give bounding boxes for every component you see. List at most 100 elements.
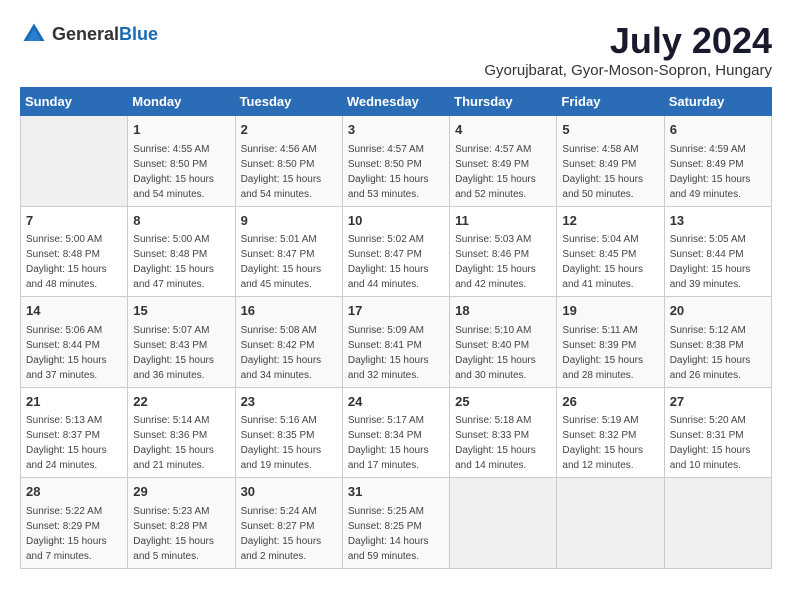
logo-blue: Blue [119, 24, 158, 44]
day-number: 19 [562, 301, 658, 321]
day-info: Sunrise: 4:57 AMSunset: 8:50 PMDaylight:… [348, 142, 444, 202]
day-number: 25 [455, 392, 551, 412]
day-info: Sunrise: 5:11 AMSunset: 8:39 PMDaylight:… [562, 323, 658, 383]
day-number: 12 [562, 211, 658, 231]
day-number: 24 [348, 392, 444, 412]
calendar-cell: 18Sunrise: 5:10 AMSunset: 8:40 PMDayligh… [450, 297, 557, 388]
calendar-cell: 4Sunrise: 4:57 AMSunset: 8:49 PMDaylight… [450, 116, 557, 207]
day-number: 11 [455, 211, 551, 231]
cell-content: 11Sunrise: 5:03 AMSunset: 8:46 PMDayligh… [455, 211, 551, 293]
day-number: 23 [241, 392, 337, 412]
calendar-cell: 19Sunrise: 5:11 AMSunset: 8:39 PMDayligh… [557, 297, 664, 388]
day-info: Sunrise: 5:24 AMSunset: 8:27 PMDaylight:… [241, 504, 337, 564]
month-title: July 2024 [484, 20, 772, 62]
calendar-cell: 12Sunrise: 5:04 AMSunset: 8:45 PMDayligh… [557, 206, 664, 297]
calendar-cell: 25Sunrise: 5:18 AMSunset: 8:33 PMDayligh… [450, 387, 557, 478]
calendar-week-row: 28Sunrise: 5:22 AMSunset: 8:29 PMDayligh… [21, 478, 772, 569]
cell-content: 7Sunrise: 5:00 AMSunset: 8:48 PMDaylight… [26, 211, 122, 293]
cell-content: 13Sunrise: 5:05 AMSunset: 8:44 PMDayligh… [670, 211, 766, 293]
calendar-week-row: 1Sunrise: 4:55 AMSunset: 8:50 PMDaylight… [21, 116, 772, 207]
day-number: 27 [670, 392, 766, 412]
day-info: Sunrise: 4:57 AMSunset: 8:49 PMDaylight:… [455, 142, 551, 202]
cell-content: 21Sunrise: 5:13 AMSunset: 8:37 PMDayligh… [26, 392, 122, 474]
day-number: 2 [241, 120, 337, 140]
day-info: Sunrise: 5:08 AMSunset: 8:42 PMDaylight:… [241, 323, 337, 383]
day-info: Sunrise: 5:10 AMSunset: 8:40 PMDaylight:… [455, 323, 551, 383]
cell-content: 5Sunrise: 4:58 AMSunset: 8:49 PMDaylight… [562, 120, 658, 202]
day-info: Sunrise: 4:56 AMSunset: 8:50 PMDaylight:… [241, 142, 337, 202]
cell-content: 20Sunrise: 5:12 AMSunset: 8:38 PMDayligh… [670, 301, 766, 383]
cell-content: 12Sunrise: 5:04 AMSunset: 8:45 PMDayligh… [562, 211, 658, 293]
col-wednesday: Wednesday [342, 88, 449, 116]
cell-content: 19Sunrise: 5:11 AMSunset: 8:39 PMDayligh… [562, 301, 658, 383]
day-info: Sunrise: 5:12 AMSunset: 8:38 PMDaylight:… [670, 323, 766, 383]
cell-content: 31Sunrise: 5:25 AMSunset: 8:25 PMDayligh… [348, 482, 444, 564]
cell-content: 9Sunrise: 5:01 AMSunset: 8:47 PMDaylight… [241, 211, 337, 293]
cell-content: 18Sunrise: 5:10 AMSunset: 8:40 PMDayligh… [455, 301, 551, 383]
logo-general: General [52, 24, 119, 44]
day-info: Sunrise: 4:59 AMSunset: 8:49 PMDaylight:… [670, 142, 766, 202]
day-info: Sunrise: 5:17 AMSunset: 8:34 PMDaylight:… [348, 413, 444, 473]
cell-content: 22Sunrise: 5:14 AMSunset: 8:36 PMDayligh… [133, 392, 229, 474]
calendar-cell: 26Sunrise: 5:19 AMSunset: 8:32 PMDayligh… [557, 387, 664, 478]
cell-content: 25Sunrise: 5:18 AMSunset: 8:33 PMDayligh… [455, 392, 551, 474]
logo-icon [20, 20, 48, 48]
day-number: 20 [670, 301, 766, 321]
calendar-cell: 14Sunrise: 5:06 AMSunset: 8:44 PMDayligh… [21, 297, 128, 388]
calendar-cell: 10Sunrise: 5:02 AMSunset: 8:47 PMDayligh… [342, 206, 449, 297]
cell-content: 30Sunrise: 5:24 AMSunset: 8:27 PMDayligh… [241, 482, 337, 564]
day-info: Sunrise: 5:04 AMSunset: 8:45 PMDaylight:… [562, 232, 658, 292]
day-number: 9 [241, 211, 337, 231]
day-info: Sunrise: 4:55 AMSunset: 8:50 PMDaylight:… [133, 142, 229, 202]
day-info: Sunrise: 5:18 AMSunset: 8:33 PMDaylight:… [455, 413, 551, 473]
calendar-week-row: 21Sunrise: 5:13 AMSunset: 8:37 PMDayligh… [21, 387, 772, 478]
location-title: Gyorujbarat, Gyor-Moson-Sopron, Hungary [484, 62, 772, 79]
cell-content: 15Sunrise: 5:07 AMSunset: 8:43 PMDayligh… [133, 301, 229, 383]
day-info: Sunrise: 5:14 AMSunset: 8:36 PMDaylight:… [133, 413, 229, 473]
calendar-cell: 30Sunrise: 5:24 AMSunset: 8:27 PMDayligh… [235, 478, 342, 569]
calendar-cell: 7Sunrise: 5:00 AMSunset: 8:48 PMDaylight… [21, 206, 128, 297]
cell-content: 16Sunrise: 5:08 AMSunset: 8:42 PMDayligh… [241, 301, 337, 383]
day-info: Sunrise: 5:16 AMSunset: 8:35 PMDaylight:… [241, 413, 337, 473]
cell-content: 17Sunrise: 5:09 AMSunset: 8:41 PMDayligh… [348, 301, 444, 383]
cell-content: 27Sunrise: 5:20 AMSunset: 8:31 PMDayligh… [670, 392, 766, 474]
calendar-cell: 3Sunrise: 4:57 AMSunset: 8:50 PMDaylight… [342, 116, 449, 207]
day-number: 1 [133, 120, 229, 140]
day-number: 22 [133, 392, 229, 412]
day-info: Sunrise: 5:00 AMSunset: 8:48 PMDaylight:… [133, 232, 229, 292]
cell-content: 23Sunrise: 5:16 AMSunset: 8:35 PMDayligh… [241, 392, 337, 474]
day-number: 16 [241, 301, 337, 321]
calendar-cell: 27Sunrise: 5:20 AMSunset: 8:31 PMDayligh… [664, 387, 771, 478]
day-number: 5 [562, 120, 658, 140]
day-info: Sunrise: 5:20 AMSunset: 8:31 PMDaylight:… [670, 413, 766, 473]
cell-content: 26Sunrise: 5:19 AMSunset: 8:32 PMDayligh… [562, 392, 658, 474]
calendar-cell [557, 478, 664, 569]
day-number: 29 [133, 482, 229, 502]
calendar-cell: 17Sunrise: 5:09 AMSunset: 8:41 PMDayligh… [342, 297, 449, 388]
calendar-cell: 6Sunrise: 4:59 AMSunset: 8:49 PMDaylight… [664, 116, 771, 207]
cell-content: 2Sunrise: 4:56 AMSunset: 8:50 PMDaylight… [241, 120, 337, 202]
cell-content: 6Sunrise: 4:59 AMSunset: 8:49 PMDaylight… [670, 120, 766, 202]
day-number: 3 [348, 120, 444, 140]
calendar-cell: 5Sunrise: 4:58 AMSunset: 8:49 PMDaylight… [557, 116, 664, 207]
calendar-cell: 8Sunrise: 5:00 AMSunset: 8:48 PMDaylight… [128, 206, 235, 297]
calendar-cell: 31Sunrise: 5:25 AMSunset: 8:25 PMDayligh… [342, 478, 449, 569]
day-info: Sunrise: 5:03 AMSunset: 8:46 PMDaylight:… [455, 232, 551, 292]
calendar-week-row: 7Sunrise: 5:00 AMSunset: 8:48 PMDaylight… [21, 206, 772, 297]
day-info: Sunrise: 5:05 AMSunset: 8:44 PMDaylight:… [670, 232, 766, 292]
cell-content: 1Sunrise: 4:55 AMSunset: 8:50 PMDaylight… [133, 120, 229, 202]
calendar-header-row: Sunday Monday Tuesday Wednesday Thursday… [21, 88, 772, 116]
calendar-cell: 13Sunrise: 5:05 AMSunset: 8:44 PMDayligh… [664, 206, 771, 297]
calendar-week-row: 14Sunrise: 5:06 AMSunset: 8:44 PMDayligh… [21, 297, 772, 388]
calendar-cell: 20Sunrise: 5:12 AMSunset: 8:38 PMDayligh… [664, 297, 771, 388]
cell-content: 28Sunrise: 5:22 AMSunset: 8:29 PMDayligh… [26, 482, 122, 564]
col-monday: Monday [128, 88, 235, 116]
calendar-cell: 1Sunrise: 4:55 AMSunset: 8:50 PMDaylight… [128, 116, 235, 207]
day-info: Sunrise: 5:02 AMSunset: 8:47 PMDaylight:… [348, 232, 444, 292]
calendar-cell: 16Sunrise: 5:08 AMSunset: 8:42 PMDayligh… [235, 297, 342, 388]
cell-content: 10Sunrise: 5:02 AMSunset: 8:47 PMDayligh… [348, 211, 444, 293]
calendar-table: Sunday Monday Tuesday Wednesday Thursday… [20, 87, 772, 569]
day-info: Sunrise: 4:58 AMSunset: 8:49 PMDaylight:… [562, 142, 658, 202]
calendar-cell: 23Sunrise: 5:16 AMSunset: 8:35 PMDayligh… [235, 387, 342, 478]
cell-content: 24Sunrise: 5:17 AMSunset: 8:34 PMDayligh… [348, 392, 444, 474]
